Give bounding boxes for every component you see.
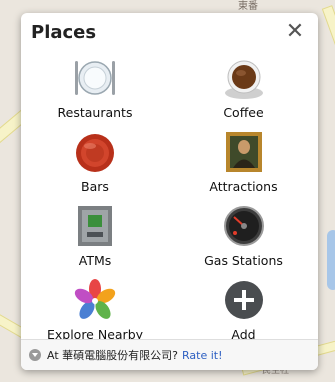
map-water	[327, 230, 335, 290]
map-place-label: 東番	[238, 1, 258, 12]
dialog-header: Places ✕	[21, 13, 318, 51]
place-label: ATMs	[78, 253, 112, 268]
place-bars[interactable]: Bars	[21, 127, 169, 201]
plate-icon	[72, 55, 118, 101]
place-label: Gas Stations	[204, 253, 283, 268]
place-attractions[interactable]: Attractions	[169, 127, 318, 201]
fuel-gauge-icon	[221, 203, 267, 249]
map-road	[321, 5, 335, 86]
plus-circle-icon	[221, 277, 267, 323]
framed-painting-icon	[221, 129, 267, 175]
place-add[interactable]: Add	[169, 275, 318, 349]
chevron-down-icon[interactable]	[29, 349, 41, 361]
place-coffee[interactable]: Coffee	[169, 53, 318, 127]
place-label: Bars	[81, 179, 109, 194]
dialog-footer: At 華碩電腦股份有限公司? Rate it!	[21, 339, 318, 370]
footer-prompt: At 華碩電腦股份有限公司?	[47, 349, 178, 362]
places-grid: Restaurants Coffee Bars Attractions ATMs…	[21, 53, 318, 349]
place-label: Coffee	[223, 105, 264, 120]
place-label: Restaurants	[57, 105, 133, 120]
place-explore-nearby[interactable]: Explore Nearby	[21, 275, 169, 349]
atm-machine-icon	[72, 203, 118, 249]
bottle-cap-icon	[72, 129, 118, 175]
close-button[interactable]: ✕	[282, 18, 308, 44]
place-gas-stations[interactable]: Gas Stations	[169, 201, 318, 275]
dialog-title: Places	[31, 22, 97, 43]
place-label: Attractions	[209, 179, 278, 194]
pinwheel-icon	[72, 277, 118, 323]
coffee-cup-icon	[221, 55, 267, 101]
rate-it-link[interactable]: Rate it!	[182, 349, 223, 362]
close-icon: ✕	[285, 18, 305, 44]
places-dialog: Places ✕ Restaurants Coffee Bars Attract…	[21, 13, 318, 370]
place-atms[interactable]: ATMs	[21, 201, 169, 275]
place-restaurants[interactable]: Restaurants	[21, 53, 169, 127]
